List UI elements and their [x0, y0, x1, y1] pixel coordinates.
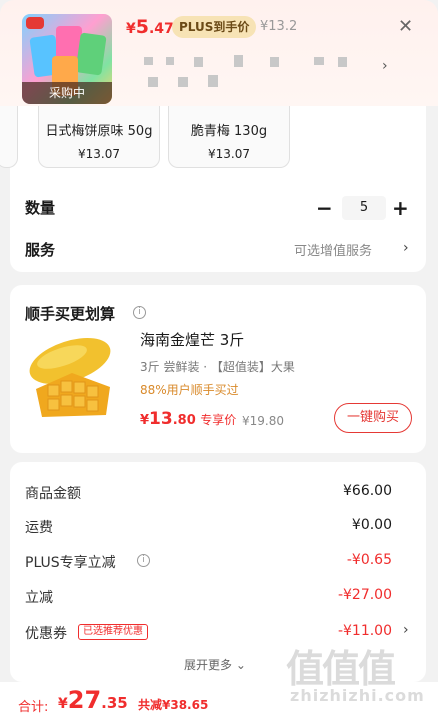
- variant-name: 日式梅饼原味 50g: [45, 124, 153, 139]
- summary-label: 商品金额: [25, 486, 81, 502]
- info-icon[interactable]: i: [133, 306, 146, 319]
- quantity-input[interactable]: 5: [342, 196, 386, 220]
- upsell-price: ¥13.80 专享价: [140, 409, 237, 429]
- total-saved: 共减¥38.65: [138, 698, 209, 712]
- summary-label: 立减: [25, 590, 53, 606]
- watermark: 值值值 zhizhizhi.com: [286, 647, 425, 705]
- header-price: ¥5.47: [126, 16, 174, 38]
- upsell-card: 顺手买更划算 i 海南金煌芒 3斤 3斤 尝鲜装 · 【超值装】大果 88%用户…: [10, 285, 426, 453]
- summary-value: ¥0.00: [351, 517, 392, 533]
- summary-value: -¥0.65: [346, 552, 392, 568]
- variant-option-1[interactable]: 日式梅饼原味 50g ¥13.07: [38, 106, 160, 168]
- blurred-spec-text: [138, 55, 370, 89]
- summary-value: -¥27.00: [337, 587, 392, 603]
- expand-more-button[interactable]: 展开更多 ⌄: [184, 656, 246, 673]
- upsell-product-desc: 3斤 尝鲜装 · 【超值装】大果: [140, 360, 295, 374]
- coupon-value[interactable]: -¥11.00: [338, 623, 392, 639]
- chevron-right-icon[interactable]: ›: [403, 622, 409, 638]
- thumbnail-status: 采购中: [22, 82, 112, 104]
- summary-label: 优惠券: [25, 626, 67, 642]
- minus-button[interactable]: −: [316, 198, 333, 218]
- plus-price-tag: PLUS到手价: [172, 16, 257, 38]
- quantity-label: 数量: [25, 199, 56, 217]
- store-badge-icon: [26, 17, 44, 29]
- header-original-price: ¥13.2: [260, 19, 298, 34]
- summary-value: ¥66.00: [343, 483, 392, 499]
- total-label: 合计:: [18, 700, 49, 715]
- close-icon[interactable]: ✕: [398, 18, 413, 36]
- variant-price: ¥13.07: [78, 147, 120, 161]
- summary-label: 运费: [25, 520, 53, 536]
- one-click-buy-button[interactable]: 一键购买: [334, 403, 412, 433]
- coupon-tag: 已选推荐优惠: [78, 624, 148, 640]
- service-label: 服务: [25, 241, 56, 259]
- chevron-right-icon[interactable]: ›: [403, 240, 409, 256]
- upsell-title: 顺手买更划算: [25, 305, 116, 323]
- variant-price: ¥13.07: [208, 147, 250, 161]
- upsell-bought-stat: 88%用户顺手买过: [140, 383, 239, 397]
- upsell-product-name[interactable]: 海南金煌芒 3斤: [140, 329, 244, 350]
- info-icon[interactable]: i: [137, 554, 150, 567]
- product-header: 采购中 ¥5.47 PLUS到手价 ¥13.2 ✕ ›: [0, 0, 438, 106]
- variant-option-2[interactable]: 脆青梅 130g ¥13.07: [168, 106, 290, 168]
- options-card: 日式梅饼原味 50g ¥13.07 脆青梅 130g ¥13.07 数量 − 5…: [0, 106, 426, 272]
- service-value[interactable]: 可选增值服务: [294, 240, 372, 259]
- product-thumbnail: 采购中: [22, 14, 112, 104]
- mango-image: [29, 337, 111, 417]
- variant-name: 脆青梅 130g: [190, 124, 268, 139]
- variant-option-partial[interactable]: [0, 106, 18, 168]
- spec-chevron-icon[interactable]: ›: [382, 58, 388, 74]
- plus-button[interactable]: +: [392, 198, 409, 218]
- upsell-original-price: ¥19.80: [242, 414, 284, 428]
- summary-label: PLUS专享立减: [25, 555, 116, 571]
- total-amount: ¥27.35: [58, 686, 128, 714]
